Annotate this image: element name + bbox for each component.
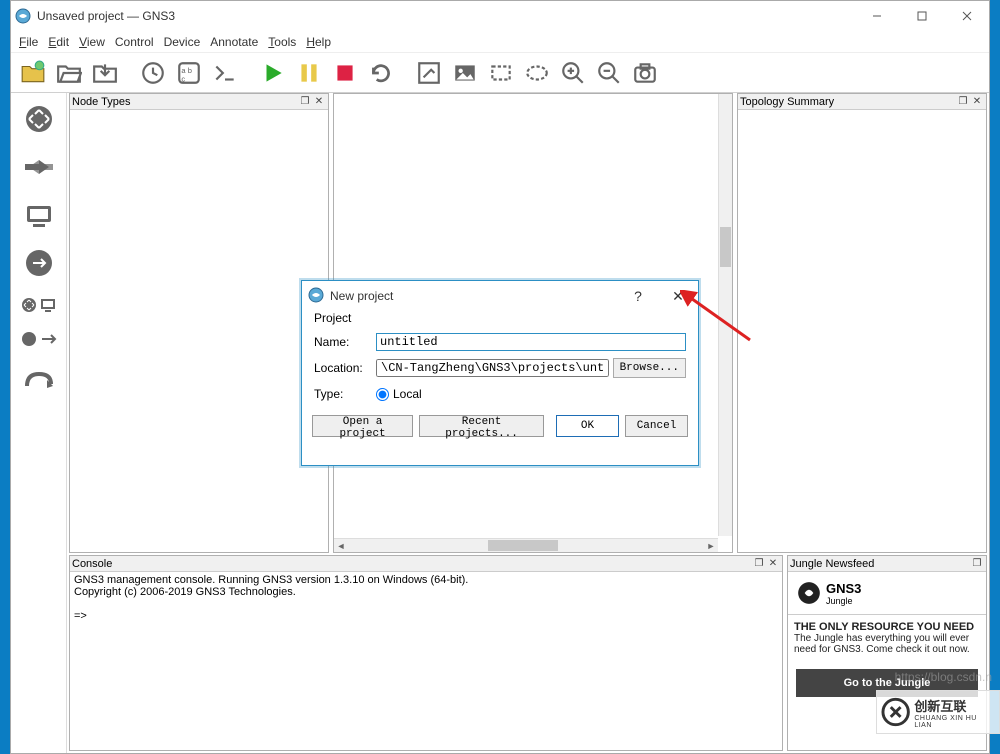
menubar: File Edit View Control Device Annotate T… [11, 31, 989, 53]
show-names-icon[interactable]: a bc [173, 57, 205, 89]
svg-text:a b: a b [181, 66, 192, 75]
console-output[interactable]: GNS3 management console. Running GNS3 ve… [70, 572, 782, 750]
node-types-body[interactable] [70, 110, 328, 552]
jungle-logo: GNS3 Jungle [788, 572, 986, 615]
jungle-headline: THE ONLY RESOURCE YOU NEED [794, 621, 974, 633]
topology-panel: Topology Summary ❐ ✕ [737, 93, 987, 553]
name-input[interactable] [376, 333, 686, 351]
menu-edit[interactable]: Edit [48, 35, 69, 49]
minimize-button[interactable] [854, 1, 899, 31]
menu-tools[interactable]: Tools [268, 35, 296, 49]
topology-body[interactable] [738, 110, 986, 552]
snapshot-icon[interactable] [137, 57, 169, 89]
type-local-label: Local [393, 387, 422, 401]
horizontal-scrollbar[interactable]: ◄ ► [334, 538, 718, 552]
all-devices-icon[interactable] [17, 293, 61, 317]
ok-button[interactable]: OK [556, 415, 619, 437]
svg-text:c: c [181, 74, 185, 83]
node-types-title: Node Types [72, 96, 298, 108]
watermark: 创新互联 CHUANG XIN HU LIAN [876, 690, 1000, 734]
add-link-icon[interactable] [17, 361, 61, 397]
menu-view[interactable]: View [79, 35, 105, 49]
dialog-titlebar[interactable]: New project ? ✕ [302, 281, 698, 311]
stop-icon[interactable] [329, 57, 361, 89]
screenshot-icon[interactable] [629, 57, 661, 89]
new-project-dialog: New project ? ✕ Project Name: Location: … [301, 280, 699, 466]
close-button[interactable] [944, 1, 989, 31]
app-icon [15, 8, 31, 24]
start-icon[interactable] [257, 57, 289, 89]
jungle-brand: GNS3 [826, 581, 861, 596]
node-types-panel: Node Types ❐ ✕ [69, 93, 329, 553]
name-label: Name: [314, 335, 376, 349]
menu-help[interactable]: Help [306, 35, 331, 49]
zoom-out-icon[interactable] [593, 57, 625, 89]
draw-ellipse-icon[interactable] [521, 57, 553, 89]
close-button[interactable]: ✕ [658, 288, 698, 305]
new-project-icon[interactable] [17, 57, 49, 89]
end-devices-icon[interactable] [17, 197, 61, 233]
device-toolbar [11, 93, 67, 753]
undock-icon[interactable]: ❐ [752, 558, 766, 569]
undock-icon[interactable]: ❐ [298, 96, 312, 107]
type-label: Type: [314, 387, 376, 401]
help-button[interactable]: ? [618, 288, 658, 304]
vertical-scrollbar[interactable] [718, 94, 732, 536]
window-title: Unsaved project — GNS3 [37, 9, 854, 23]
menu-annotate[interactable]: Annotate [210, 35, 258, 49]
topology-title: Topology Summary [740, 96, 956, 108]
watermark-sub: CHUANG XIN HU LIAN [914, 715, 995, 729]
zoom-in-icon[interactable] [557, 57, 589, 89]
jungle-title: Jungle Newsfeed [790, 558, 970, 570]
jungle-body: The Jungle has everything you will ever … [794, 633, 970, 655]
draw-rect-icon[interactable] [485, 57, 517, 89]
save-project-icon[interactable] [89, 57, 121, 89]
menu-file[interactable]: File [19, 35, 38, 49]
annotate-text-icon[interactable] [413, 57, 445, 89]
console-title: Console [72, 558, 752, 570]
close-icon[interactable]: ✕ [766, 558, 780, 569]
routers-icon[interactable] [17, 101, 61, 137]
insert-image-icon[interactable] [449, 57, 481, 89]
console-icon[interactable] [209, 57, 241, 89]
watermark-brand: 创新互联 [914, 696, 995, 715]
toolbar: a bc [11, 53, 989, 93]
cancel-button[interactable]: Cancel [625, 415, 688, 437]
dialog-title: New project [330, 289, 393, 303]
undock-icon[interactable]: ❐ [956, 96, 970, 107]
undock-icon[interactable]: ❐ [970, 558, 984, 569]
location-label: Location: [314, 361, 376, 375]
menu-control[interactable]: Control [115, 35, 154, 49]
recent-projects-button[interactable]: Recent projects... [419, 415, 544, 437]
location-input[interactable] [376, 359, 609, 377]
browse-button[interactable]: Browse... [613, 358, 686, 378]
close-icon[interactable]: ✕ [970, 96, 984, 107]
pause-icon[interactable] [293, 57, 325, 89]
project-group-label: Project [314, 311, 686, 329]
open-project-icon[interactable] [53, 57, 85, 89]
maximize-button[interactable] [899, 1, 944, 31]
close-icon[interactable]: ✕ [312, 96, 326, 107]
security-devices-icon[interactable] [17, 245, 61, 281]
console-panel: Console ❐ ✕ GNS3 management console. Run… [69, 555, 783, 751]
switches-icon[interactable] [17, 149, 61, 185]
titlebar[interactable]: Unsaved project — GNS3 [11, 1, 989, 31]
app-icon [308, 287, 324, 306]
open-project-button[interactable]: Open a project [312, 415, 413, 437]
cloud-icon[interactable] [17, 329, 61, 349]
faint-watermark: https://blog.csdn.n [895, 670, 992, 684]
reload-icon[interactable] [365, 57, 397, 89]
jungle-brand-sub: Jungle [826, 596, 861, 606]
menu-device[interactable]: Device [164, 35, 201, 49]
type-local-radio[interactable] [376, 388, 389, 401]
